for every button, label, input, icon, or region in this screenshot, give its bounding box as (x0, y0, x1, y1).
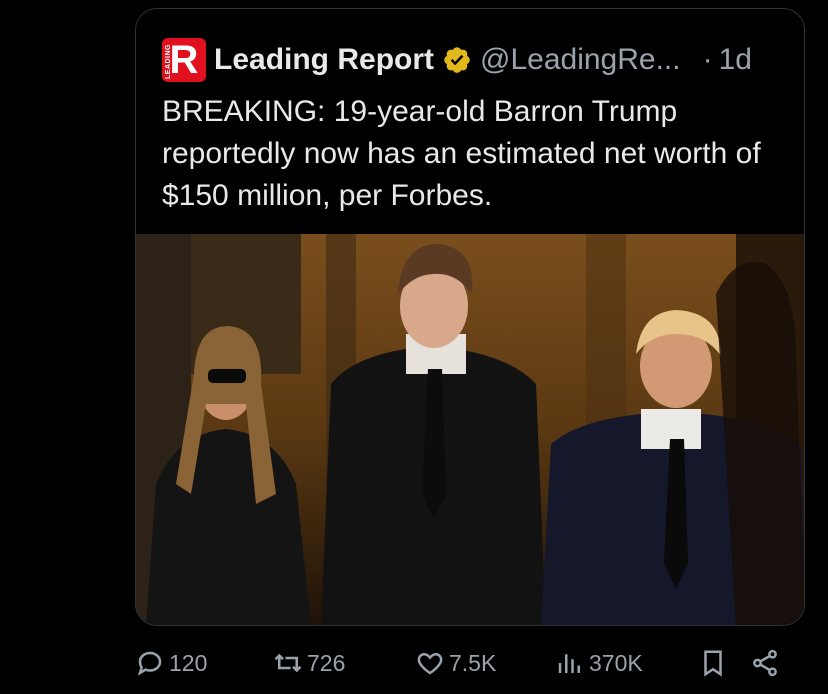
repost-count: 726 (307, 649, 346, 676)
post-text: BREAKING: 19-year-old Barron Trump repor… (162, 95, 761, 212)
post-photo[interactable] (136, 234, 804, 625)
repost-button[interactable]: 726 (273, 648, 345, 678)
account-logo[interactable]: LEADING R (162, 38, 206, 82)
quoted-post-card[interactable]: LEADING R Leading Report @LeadingRe... ·… (135, 8, 805, 626)
share-button[interactable] (750, 648, 780, 678)
like-count: 7.5K (449, 649, 497, 676)
account-handle[interactable]: @LeadingRe... (480, 43, 681, 77)
logo-letter: R (169, 38, 199, 82)
bookmark-button[interactable] (698, 648, 728, 678)
repost-icon (274, 653, 302, 673)
separator-dot: · (702, 43, 713, 76)
reply-icon (137, 651, 162, 676)
post-time[interactable]: 1d (719, 43, 752, 77)
post-header: LEADING R Leading Report @LeadingRe... ·… (162, 37, 752, 83)
reply-button[interactable]: 120 (135, 648, 207, 678)
bookmark-icon (704, 650, 722, 677)
like-icon (417, 652, 443, 675)
like-button[interactable]: 7.5K (415, 648, 496, 678)
verified-badge-icon (442, 45, 472, 75)
post-actions-bar: 120 726 7.5K 370K (135, 644, 795, 684)
account-name[interactable]: Leading Report (214, 43, 434, 77)
logo-side-text: LEADING (165, 44, 172, 79)
share-icon (753, 649, 777, 677)
views-button[interactable]: 370K (555, 648, 643, 678)
views-count: 370K (589, 649, 643, 676)
reply-count: 120 (169, 649, 208, 676)
views-icon (558, 654, 580, 673)
